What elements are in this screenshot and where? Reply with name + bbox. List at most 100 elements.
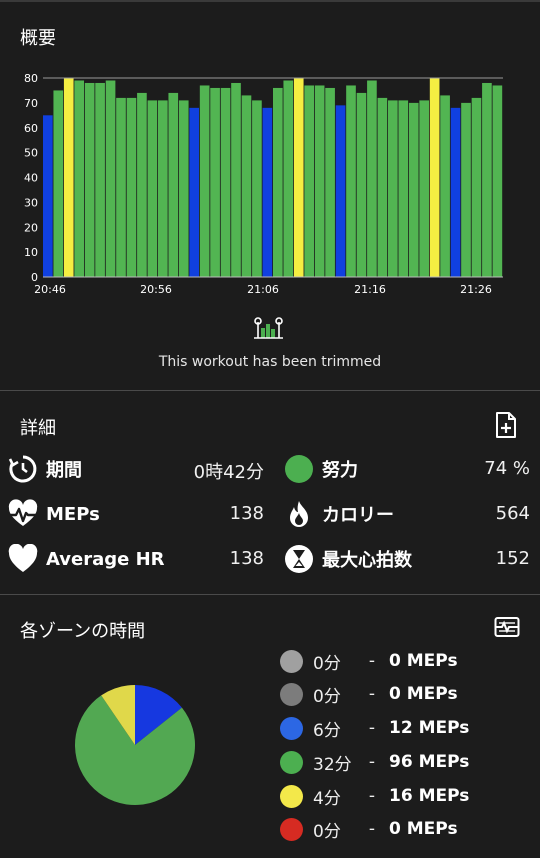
stat-value: 564 [495,503,530,524]
stat-average-hr: Average HR [8,542,165,576]
section-divider [0,594,540,595]
y-tick-label: 70 [24,97,38,110]
chart-bar [95,82,105,277]
chart-bar [398,100,409,277]
zone-minutes: 0分 [313,821,341,842]
chart-bar [252,100,262,277]
top-divider [0,0,540,2]
stat-max-hr: 最大心拍数 [284,542,412,576]
chart-bar [273,87,283,277]
section-divider [0,390,540,391]
chart-bar [335,105,346,277]
chart-bar [241,95,252,277]
zone-meps: 0 MEPs [389,819,458,839]
zone-separator: - [368,819,376,839]
stat-label: MEPs [46,503,100,525]
add-document-icon[interactable] [494,412,518,438]
x-tick-label: 20:56 [140,283,172,296]
stat-value: 74 % [484,458,530,479]
chart-bar [377,97,388,278]
stat-calories: カロリー [284,497,394,531]
zone-meps: 16 MEPs [389,786,470,806]
zones-title: 各ゾーンの時間 [20,621,146,642]
chart-bar [262,107,273,277]
chart-bar [137,92,147,277]
stat-value: 152 [495,548,530,569]
zone-legend-item: 6分 - 12 MEPs [280,714,469,742]
stat-meps: MEPs [8,497,100,531]
chart-bar [314,85,325,278]
chart-bar [388,100,398,277]
chart-bar [74,80,85,278]
zone-meps: 0 MEPs [389,684,458,704]
chart-bar [356,92,367,277]
chart-bar [283,80,294,278]
chart-bar [325,87,335,277]
zone-separator: - [368,651,376,671]
stat-effort: 努力 [284,452,358,486]
zone-minutes: 32分 [313,754,352,775]
overview-title: 概要 [20,28,56,49]
stat-label: 期間 [46,460,82,481]
chart-bar [429,78,440,277]
zone-color-dot [280,682,303,706]
chart-bar [105,80,116,278]
zone-minutes: 0分 [313,686,341,707]
zone-legend-item: 0分 - 0 MEPs [280,680,458,708]
zone-separator: - [368,684,376,704]
zone-color-dot [280,784,303,808]
chart-bar [168,92,179,277]
zone-color-dot [280,750,303,774]
chart-bar [419,100,430,277]
chart-bar [53,90,64,277]
chart-bar [461,102,471,278]
zones-pie-chart [75,685,196,806]
y-tick-label: 20 [24,221,38,234]
trimmed-notice: This workout has been trimmed [158,354,382,370]
chart-bar [158,100,168,277]
chart-bar [304,85,315,278]
stat-value: 0時42分 [193,462,264,483]
chart-bar [450,107,461,277]
stat-value: 138 [229,503,264,524]
chart-bar [178,100,189,277]
y-tick-label: 60 [24,122,38,135]
stat-label: 最大心拍数 [322,550,412,571]
chart-bar [367,80,377,278]
y-tick-label: 40 [24,172,38,185]
heart-rate-bar-chart: 0102030405060708020:46 20:56 21:06 21:16 21:… [24,72,503,296]
chart-bar [220,87,231,277]
y-tick-label: 50 [24,147,38,160]
stat-duration: 期間 [8,452,82,486]
chart-bar [199,85,210,278]
chart-bar [293,78,304,277]
zone-separator: - [368,786,376,806]
chart-bar [346,85,356,278]
flame-icon [284,499,314,529]
clock-refresh-icon [8,454,38,484]
heart-pulse-icon [8,499,38,529]
zone-color-dot [280,649,303,673]
zone-legend-item: 0分 - 0 MEPs [280,815,458,843]
stat-label: 努力 [322,460,358,481]
zone-legend-item: 4分 - 16 MEPs [280,782,469,810]
x-tick-label: 21:16 [354,283,386,296]
zone-legend-item: 0分 - 0 MEPs [280,647,458,675]
chart-bar [126,97,137,278]
chart-bar [147,100,158,277]
zone-color-dot [280,817,303,841]
chart-bar [210,87,220,277]
zone-separator: - [368,752,376,772]
y-tick-label: 80 [24,72,38,85]
hourglass-icon [284,544,314,574]
zone-meps: 12 MEPs [389,718,470,738]
zone-settings-icon[interactable] [494,616,520,638]
chart-bar [492,85,503,278]
chart-bar [471,97,482,278]
chart-bar [482,82,492,277]
stat-label: Average HR [46,548,165,570]
stat-value: 138 [229,548,264,569]
zone-meps: 96 MEPs [389,752,470,772]
zone-meps: 0 MEPs [389,651,458,671]
zone-minutes: 4分 [313,788,341,809]
